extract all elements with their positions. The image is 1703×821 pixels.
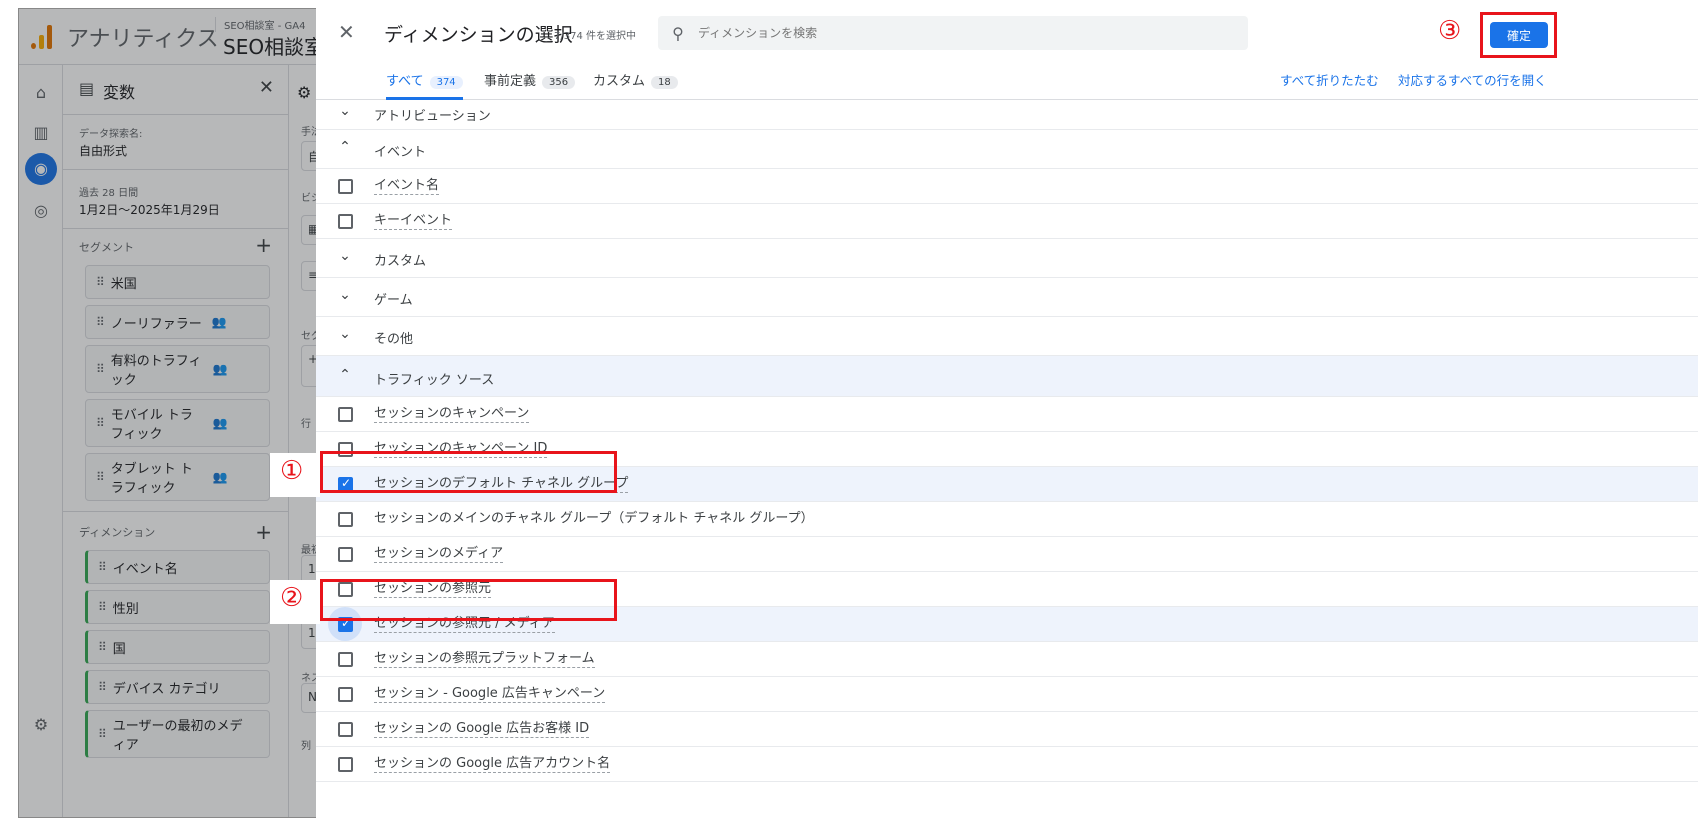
annotation-box-2 [320, 579, 617, 621]
tab-custom[interactable]: カスタム 18 [593, 70, 678, 100]
confirm-button[interactable]: 確定 [1490, 22, 1548, 48]
checkbox[interactable] [338, 214, 353, 229]
dialog-header: ✕ ディメンションの選択 7/374 件を選択中 ⚲ ③ 確定 [316, 8, 1698, 58]
group-label: トラフィック ソース [374, 373, 495, 388]
checkbox[interactable] [338, 687, 353, 702]
annotation-step-1: ① [280, 456, 304, 486]
checkbox[interactable] [338, 512, 353, 527]
dimension-row[interactable]: セッションの Google 広告アカウント名 [316, 747, 1698, 782]
group-label: イベント [374, 145, 427, 160]
dimension-row[interactable]: セッション - Google 広告キャンペーン [316, 677, 1698, 712]
annotation-step-3: ③ [1438, 16, 1462, 46]
tab-bar: すべて 374 事前定義 356 カスタム 18 すべて折りたたむ 対応するすべての行… [316, 66, 1698, 100]
chevron-down-icon: ⌄ [339, 103, 351, 119]
checkbox[interactable] [338, 757, 353, 772]
dimension-label: セッションのキャンペーン [374, 406, 530, 423]
screenshot-frame: アナリティクス SEO相談室 - GA4 SEO相談室 - G ⌂ ▥ ◉ ◎ … [0, 0, 1703, 821]
dimension-label: セッションの Google 広告アカウント名 [374, 756, 611, 773]
group-label: その他 [374, 332, 414, 347]
group-row-game[interactable]: ⌄ ゲーム [316, 278, 1698, 317]
dimension-row[interactable]: セッションのメディア [316, 537, 1698, 572]
checkbox[interactable] [338, 722, 353, 737]
dimension-row[interactable]: セッションの Google 広告お客様 ID [316, 712, 1698, 747]
chevron-down-icon: ⌄ [339, 287, 351, 303]
annotation-step-2: ② [280, 583, 304, 613]
group-row-custom[interactable]: ⌄ カスタム [316, 239, 1698, 278]
checkbox[interactable] [338, 407, 353, 422]
tab-all[interactable]: すべて 374 [386, 70, 463, 100]
dimension-label: イベント名 [374, 178, 440, 195]
dimension-row[interactable]: セッションのキャンペーン [316, 397, 1698, 432]
dimension-label: キーイベント [374, 213, 453, 230]
group-row-attribution[interactable]: ⌄ アトリビューション [316, 100, 1698, 130]
dimension-list: ⌄ アトリビューション ⌃ イベント イベント名 キーイベント ⌄ カスタム ⌄ ゲーム… [316, 100, 1698, 782]
checkbox[interactable] [338, 179, 353, 194]
group-row-event[interactable]: ⌃ イベント [316, 130, 1698, 169]
collapse-all-link[interactable]: すべて折りたたむ [1280, 70, 1379, 89]
selected-count: 7/374 件を選択中 [554, 31, 636, 42]
annotation-box-3: 確定 [1480, 12, 1557, 58]
group-row-traffic-source[interactable]: ⌃ トラフィック ソース [316, 356, 1698, 397]
tab-predefined[interactable]: 事前定義 356 [484, 70, 576, 100]
group-row-other[interactable]: ⌄ その他 [316, 317, 1698, 356]
dimension-label: セッション - Google 広告キャンペーン [374, 686, 606, 703]
dimension-row[interactable]: イベント名 [316, 169, 1698, 204]
dimension-selection-dialog: ✕ ディメンションの選択 7/374 件を選択中 ⚲ ③ 確定 すべて374 事… [316, 8, 1698, 818]
chevron-down-icon: ⌄ [339, 248, 351, 264]
group-label: カスタム [374, 254, 427, 269]
dimension-label: セッションのメインのチャネル グループ（デフォルト チャネル グループ） [374, 511, 814, 526]
chevron-up-icon: ⌃ [339, 367, 351, 383]
annotation-box-1 [320, 451, 617, 493]
dimension-row[interactable]: キーイベント [316, 204, 1698, 239]
chevron-up-icon: ⌃ [339, 139, 351, 155]
search-icon: ⚲ [672, 23, 684, 43]
dimension-label: セッションのメディア [374, 546, 504, 563]
tab-count-badge: 374 [429, 76, 463, 89]
expand-all-link[interactable]: 対応するすべての行を開く [1398, 70, 1547, 89]
dimension-row[interactable]: セッションの参照元プラットフォーム [316, 642, 1698, 677]
dialog-title: ディメンションの選択 [384, 24, 573, 46]
group-label: アトリビューション [374, 109, 491, 124]
tab-count-badge: 18 [651, 76, 678, 89]
dimension-row[interactable]: セッションのメインのチャネル グループ（デフォルト チャネル グループ） [316, 502, 1698, 537]
close-icon[interactable]: ✕ [338, 20, 355, 44]
search-box[interactable]: ⚲ [658, 16, 1248, 50]
checkbox[interactable] [338, 547, 353, 562]
search-input[interactable] [698, 26, 1218, 40]
group-label: ゲーム [374, 293, 413, 308]
dimension-label: セッションの参照元プラットフォーム [374, 651, 595, 668]
dimension-label: セッションの Google 広告お客様 ID [374, 721, 590, 738]
chevron-down-icon: ⌄ [339, 326, 351, 342]
checkbox[interactable] [338, 652, 353, 667]
tab-count-badge: 356 [542, 76, 576, 89]
